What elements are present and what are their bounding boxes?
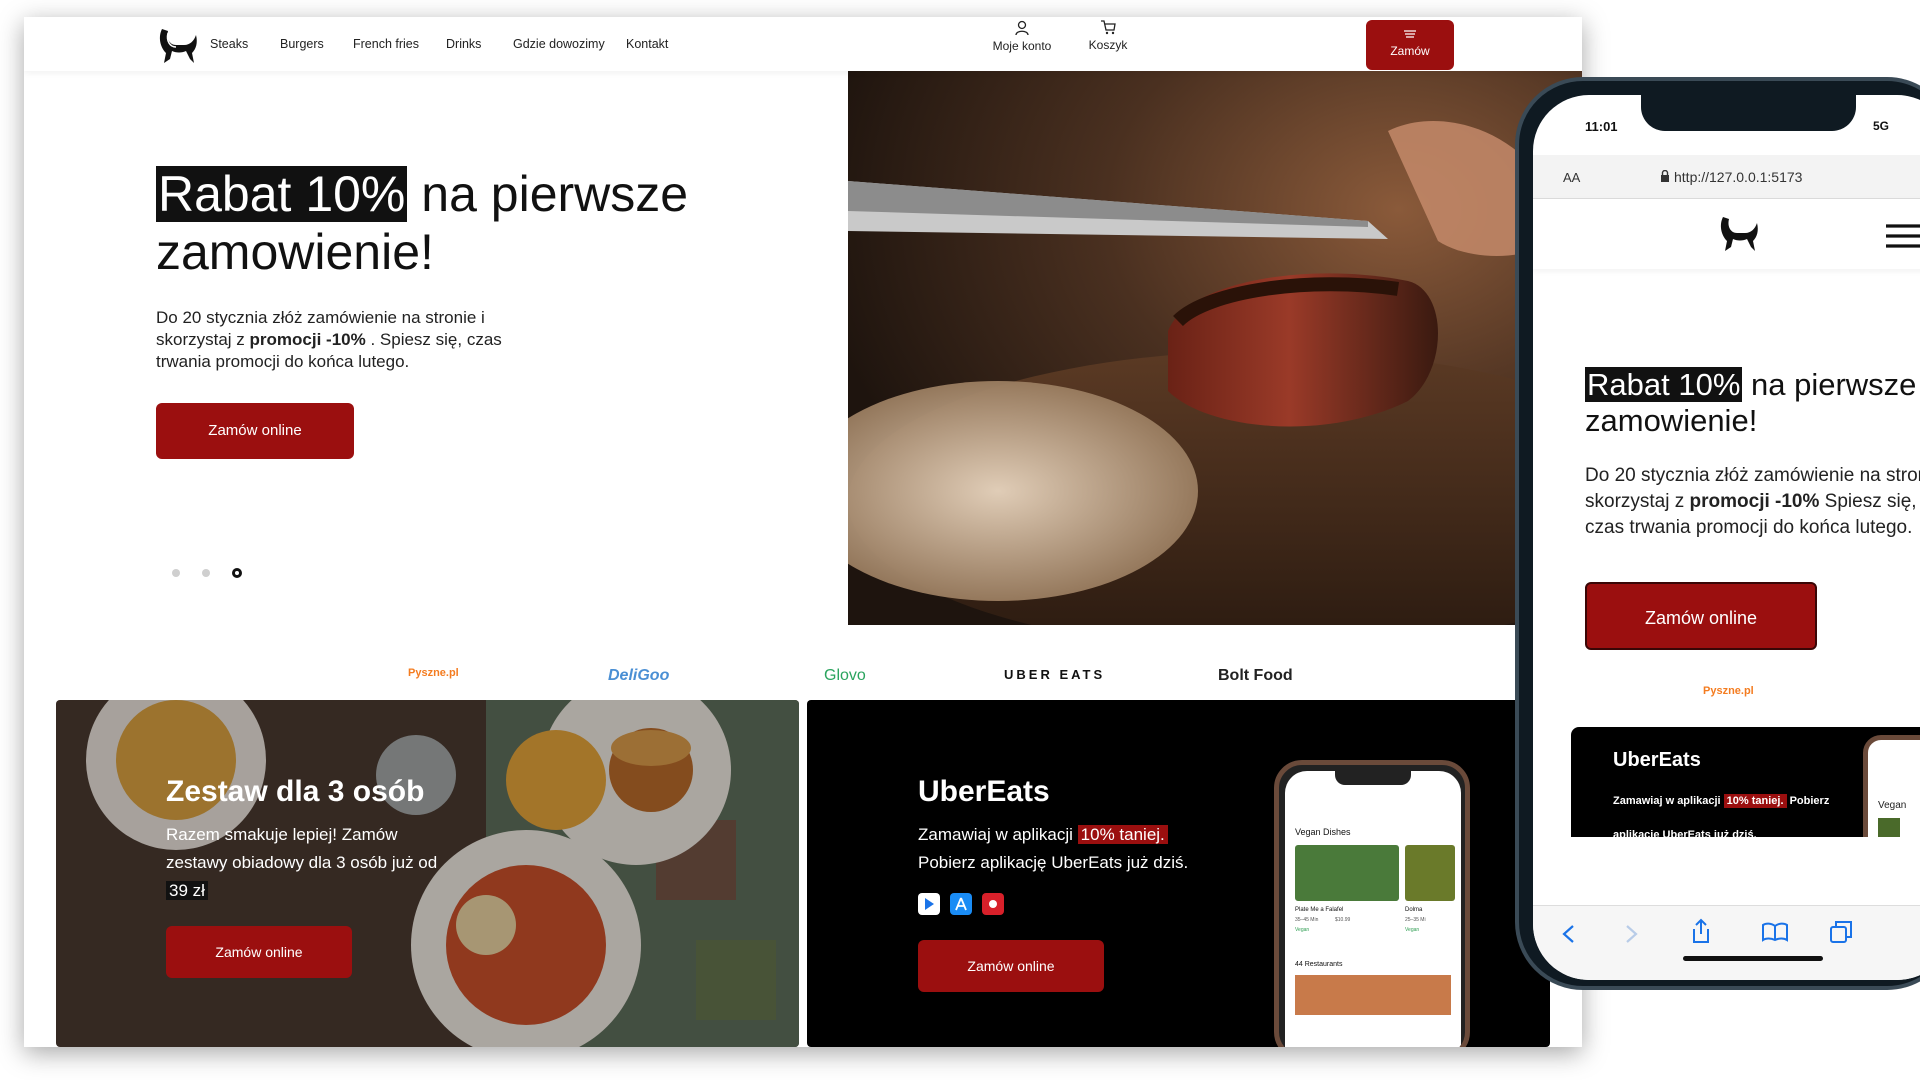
dolma-dish-photo: [1405, 845, 1455, 901]
promo-card-set: Zestaw dla 3 osób Razem smakuje lepiej! …: [56, 700, 799, 1047]
forward-icon[interactable]: [1625, 924, 1639, 944]
nav-item-delivery-zones[interactable]: Gdzie dowozimy: [513, 37, 605, 51]
carousel-dot-2[interactable]: [202, 569, 210, 577]
ubereats-card-text: Zamawiaj w aplikacji 10% taniej.: [918, 821, 1248, 849]
partner-deligoo[interactable]: DeliGoo: [608, 667, 669, 685]
restaurant-count: 44 Restaurants: [1295, 961, 1343, 968]
bull-logo-icon[interactable]: [154, 23, 200, 69]
phone-desc-bold: promocji -10%: [1689, 491, 1820, 512]
phone-order-online-button[interactable]: Zamów online: [1585, 582, 1817, 650]
steak-photo: [848, 71, 1582, 625]
carousel-dot-1[interactable]: [172, 569, 180, 577]
cart-link[interactable]: Koszyk: [1068, 20, 1148, 52]
stage: Steaks Burgers French fries Drinks Gdzie…: [0, 0, 1920, 1080]
dish1-price: $10.99: [1335, 917, 1351, 923]
dish1-time: 35–45 Min: [1295, 917, 1319, 923]
phone-ubereats-card: UberEats Zamawiaj w aplikacji 10% taniej…: [1571, 727, 1920, 837]
phone-card-app-heading: Vegan: [1878, 800, 1907, 811]
set-order-online-button[interactable]: Zamów online: [166, 926, 352, 978]
text-size-button[interactable]: AA: [1563, 170, 1580, 185]
phone-card-text-part1: Zamawiaj w aplikacji: [1613, 795, 1724, 807]
phone-card-title: UberEats: [1613, 749, 1701, 771]
phone-notch: [1641, 95, 1856, 131]
phone-hero-title: Rabat 10% na pierwsze zamowienie!: [1585, 367, 1920, 439]
phone-hero-description: Do 20 stycznia złóż zamówienie na stroni…: [1585, 463, 1920, 541]
nav-item-french-fries[interactable]: French fries: [353, 37, 419, 51]
phone-card-highlight: 10% taniej.: [1723, 794, 1787, 808]
set-card-price: 39 zł: [166, 881, 208, 900]
tabs-icon[interactable]: [1829, 920, 1853, 944]
promo-card-ubereats: UberEats Zamawiaj w aplikacji 10% taniej…: [807, 700, 1550, 1047]
restaurant-photo: [1295, 975, 1451, 1015]
phone-site-header: [1533, 199, 1920, 269]
top-nav: Steaks Burgers French fries Drinks Gdzie…: [24, 17, 1582, 71]
hero-description: Do 20 stycznia złóż zamówienie na stroni…: [156, 307, 526, 373]
account-label: Moje konto: [992, 39, 1052, 53]
partner-pyszne[interactable]: Pyszne.pl: [408, 667, 459, 679]
hero-desc-bold: promocji -10%: [249, 330, 366, 349]
ubereats-card-title: UberEats: [918, 775, 1050, 808]
carousel-dots: [172, 568, 242, 578]
delivery-partners: Pyszne.pl DeliGoo Glovo UBER EATS Bolt F…: [24, 661, 1582, 697]
ubereats-card-text-line2: Pobierz aplikację UberEats już dziś.: [918, 853, 1189, 872]
huawei-appgallery-icon[interactable]: [982, 893, 1004, 915]
partner-bolt-food[interactable]: Bolt Food: [1218, 667, 1293, 685]
account-link[interactable]: Moje konto: [982, 20, 1062, 53]
lock-icon: [1661, 170, 1669, 182]
nav-item-drinks[interactable]: Drinks: [446, 37, 481, 51]
desktop-browser: Steaks Burgers French fries Drinks Gdzie…: [24, 17, 1582, 1047]
bull-logo-icon[interactable]: [1713, 211, 1763, 257]
google-play-icon[interactable]: [918, 893, 940, 915]
hero-title-highlight: Rabat 10%: [156, 166, 408, 222]
share-icon[interactable]: [1691, 918, 1711, 944]
cart-label: Koszyk: [1088, 38, 1128, 52]
phone-mockup: 11:01 5G AA http://127.0.0.1:5173 Rabat …: [1515, 77, 1920, 990]
dish2-name: Dolma: [1405, 907, 1423, 913]
menu-plate-icon: [1404, 30, 1416, 38]
order-button-label: Zamów: [1390, 44, 1430, 58]
app-heading: Vegan Dishes: [1295, 827, 1351, 837]
nav-item-steaks[interactable]: Steaks: [210, 37, 248, 51]
phone-card-text: Zamawiaj w aplikacji 10% taniej. Pobierz…: [1613, 784, 1853, 837]
user-icon: [1015, 20, 1029, 36]
set-card-text: Razem smakuje lepiej! Zamów zestawy obia…: [166, 821, 456, 905]
phone-card-app-food: [1878, 818, 1900, 837]
status-network: 5G: [1873, 119, 1890, 133]
set-card-title: Zestaw dla 3 osób: [166, 775, 425, 808]
ubereats-card-highlight: 10% taniej.: [1077, 825, 1168, 844]
dish2-tag: Vegan: [1405, 927, 1420, 933]
dish1-tag: Vegan: [1295, 927, 1310, 933]
app-store-icon[interactable]: [950, 893, 972, 915]
back-icon[interactable]: [1561, 924, 1575, 944]
phone-card-app-preview: Vegan: [1863, 735, 1920, 837]
status-time: 11:01: [1585, 119, 1618, 134]
ubereats-app-phone: Vegan Dishes Plate Me a Falafel 35–45 Mi…: [1274, 760, 1470, 1047]
home-indicator: [1683, 956, 1823, 961]
dish2-time: 25–35 Mi: [1405, 917, 1426, 923]
cart-icon: [1101, 20, 1116, 35]
partner-ubereats[interactable]: UBER EATS: [1004, 667, 1105, 682]
bookmarks-icon[interactable]: [1761, 922, 1789, 942]
dish1-name: Plate Me a Falafel: [1295, 907, 1344, 913]
set-card-text-part1: Razem smakuje lepiej! Zamów zestawy obia…: [166, 825, 438, 872]
hamburger-menu-icon[interactable]: [1885, 223, 1920, 249]
hero-order-online-button[interactable]: Zamów online: [156, 403, 354, 459]
ubereats-order-online-button[interactable]: Zamów online: [918, 940, 1104, 992]
nav-item-contact[interactable]: Kontakt: [626, 37, 668, 51]
phone-screen: 11:01 5G AA http://127.0.0.1:5173 Rabat …: [1533, 95, 1920, 980]
app-store-icons: [918, 893, 1004, 915]
partner-glovo[interactable]: Glovo: [824, 667, 866, 685]
nav-item-burgers[interactable]: Burgers: [280, 37, 324, 51]
url-text: http://127.0.0.1:5173: [1674, 169, 1803, 185]
address-bar[interactable]: AA http://127.0.0.1:5173: [1533, 155, 1920, 199]
ubereats-card-text-part1: Zamawiaj w aplikacji: [918, 825, 1078, 844]
safari-toolbar: [1533, 905, 1920, 980]
carousel-dot-3[interactable]: [232, 568, 242, 578]
hero-title: Rabat 10% na pierwsze zamowienie!: [156, 165, 816, 281]
order-button[interactable]: Zamów: [1366, 20, 1454, 70]
phone-title-highlight: Rabat 10%: [1585, 367, 1743, 402]
phone-partner-pyszne[interactable]: Pyszne.pl: [1703, 685, 1754, 697]
falafel-dish-photo: [1295, 845, 1399, 901]
